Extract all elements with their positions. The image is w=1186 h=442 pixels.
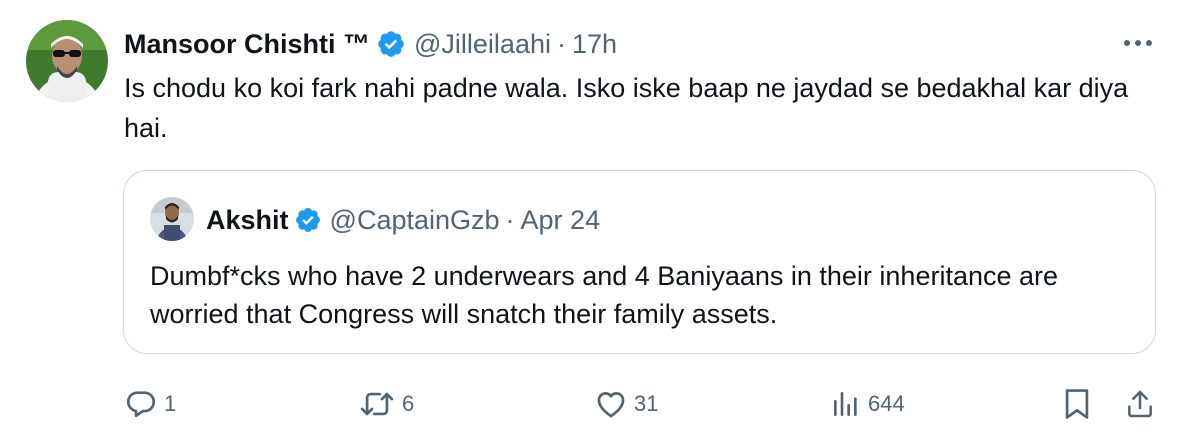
reply-icon xyxy=(126,391,156,418)
repost-button[interactable]: 6 xyxy=(358,380,414,428)
heart-icon xyxy=(597,392,625,418)
tweet-timestamp[interactable]: 17h xyxy=(572,29,617,60)
views-button[interactable]: 644 xyxy=(830,380,905,428)
quoted-tweet-card[interactable]: Akshit @CaptainGzb · Apr 24 Dumbf*cks wh… xyxy=(123,170,1156,354)
like-button[interactable]: 31 xyxy=(594,380,658,428)
share-icon xyxy=(1128,390,1152,418)
separator-dot: · xyxy=(505,204,515,235)
quoted-author-name[interactable]: Akshit xyxy=(206,205,289,236)
quoted-author-handle[interactable]: @CaptainGzb xyxy=(330,205,500,236)
like-count: 31 xyxy=(634,391,659,416)
share-button[interactable] xyxy=(1124,380,1156,428)
tweet-text: Is chodu ko koi fark nahi padne wala. Is… xyxy=(124,73,1129,143)
verified-badge-icon xyxy=(376,29,406,59)
quoted-tweet-date[interactable]: Apr 24 xyxy=(521,205,601,236)
quoted-tweet-header: Akshit @CaptainGzb · Apr 24 xyxy=(206,199,600,241)
analytics-icon xyxy=(834,392,857,416)
view-count: 644 xyxy=(868,391,905,416)
reply-button[interactable]: 1 xyxy=(124,380,176,428)
author-name[interactable]: Mansoor Chishti ™ xyxy=(124,29,370,60)
reply-count: 1 xyxy=(164,391,177,416)
more-options-button[interactable] xyxy=(1120,30,1156,56)
tweet-action-bar: 1 6 31 644 xyxy=(0,380,1186,428)
separator-dot: · xyxy=(556,28,566,59)
profile-photo-icon xyxy=(26,20,108,102)
bookmark-button[interactable] xyxy=(1062,380,1092,428)
bookmark-icon xyxy=(1065,389,1089,419)
repost-icon xyxy=(360,392,394,416)
more-dots-icon xyxy=(1124,40,1152,46)
author-avatar[interactable] xyxy=(26,20,108,102)
quoted-tweet-text: Dumbf*cks who have 2 underwears and 4 Ba… xyxy=(150,261,1059,329)
tweet-header: Mansoor Chishti ™ @Jilleilaahi · 17h xyxy=(124,22,617,66)
profile-photo-icon xyxy=(150,197,194,241)
author-handle[interactable]: @Jilleilaahi xyxy=(414,29,551,60)
verified-badge-icon xyxy=(294,206,322,234)
repost-count: 6 xyxy=(402,391,415,416)
quoted-author-avatar[interactable] xyxy=(150,197,194,241)
